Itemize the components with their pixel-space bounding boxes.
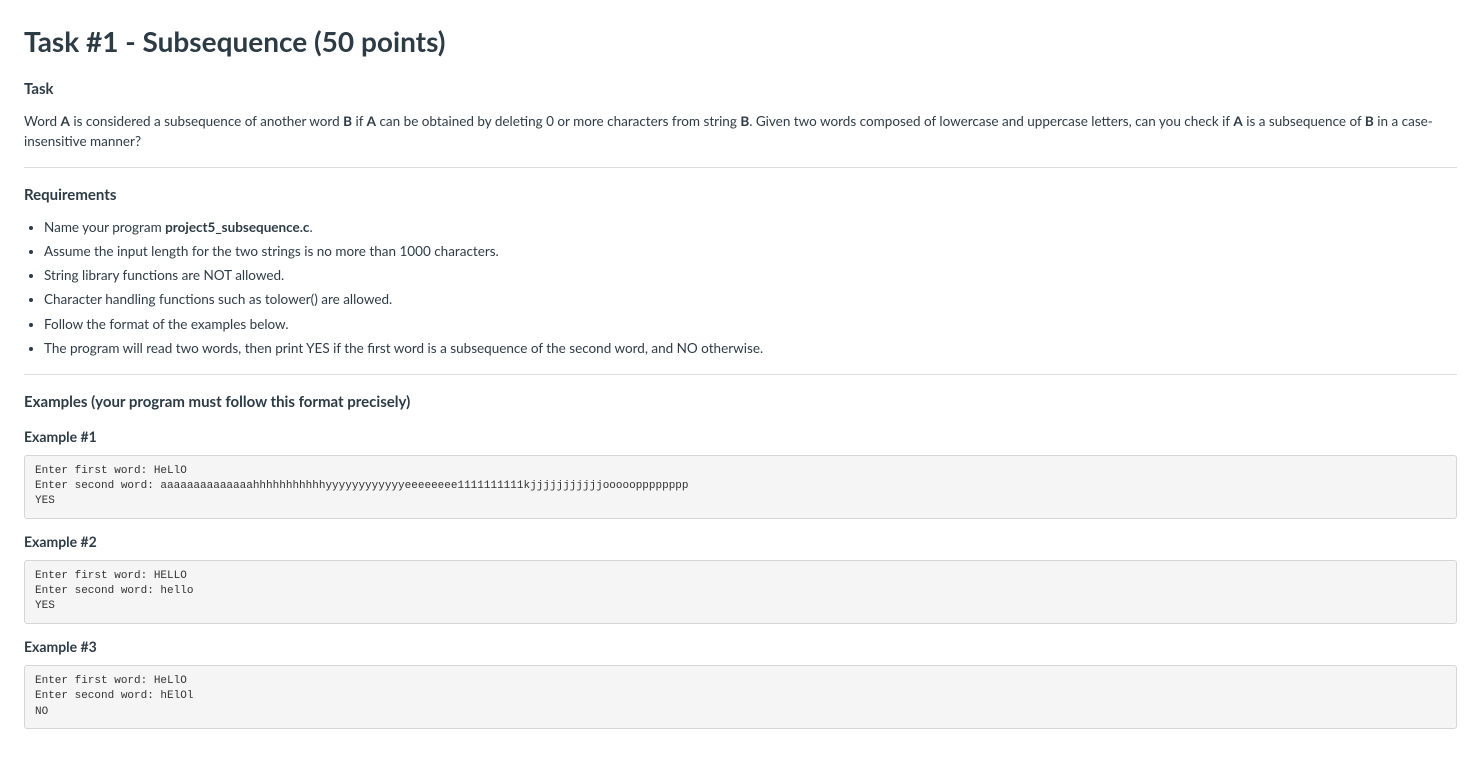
bold-b-1: B	[343, 113, 352, 129]
text-fragment: String library functions are NOT allowed…	[44, 267, 284, 283]
list-item: Character handling functions such as tol…	[44, 289, 1457, 309]
example-output: Enter first word: HeLlO Enter second wor…	[24, 665, 1457, 729]
text-fragment: is considered a subsequence of another w…	[70, 113, 343, 129]
example-label: Example #3	[24, 636, 1457, 657]
example-label: Example #1	[24, 426, 1457, 447]
list-item: Name your program project5_subsequence.c…	[44, 217, 1457, 237]
bold-b-3: B	[1365, 113, 1374, 129]
bold-b-2: B	[740, 113, 749, 129]
bold-a-2: A	[367, 113, 376, 129]
task-description: Word A is considered a subsequence of an…	[24, 111, 1457, 152]
text-fragment: . Given two words composed of lowercase …	[749, 113, 1233, 129]
bold-a-3: A	[1233, 113, 1242, 129]
page-title: Task #1 - Subsequence (50 points)	[24, 20, 1457, 62]
text-fragment: Character handling functions such as tol…	[44, 291, 392, 307]
text-fragment: Word	[24, 113, 61, 129]
example-label: Example #2	[24, 531, 1457, 552]
task-heading: Task	[24, 78, 1457, 101]
text-fragment: .	[309, 219, 312, 235]
text-fragment: Assume the input length for the two stri…	[44, 243, 499, 259]
divider	[24, 167, 1457, 168]
text-fragment: Name your program	[44, 219, 165, 235]
text-fragment: The program will read two words, then pr…	[44, 340, 763, 356]
requirements-heading: Requirements	[24, 184, 1457, 207]
text-fragment: can be obtained by deleting 0 or more ch…	[376, 113, 740, 129]
divider	[24, 374, 1457, 375]
list-item: Follow the format of the examples below.	[44, 314, 1457, 334]
list-item: String library functions are NOT allowed…	[44, 265, 1457, 285]
text-fragment: Follow the format of the examples below.	[44, 316, 289, 332]
text-fragment: if	[352, 113, 367, 129]
bold-a-1: A	[61, 113, 70, 129]
example-output: Enter first word: HeLlO Enter second wor…	[24, 455, 1457, 519]
text-fragment: is a subsequence of	[1243, 113, 1365, 129]
examples-heading: Examples (your program must follow this …	[24, 391, 1457, 414]
example-output: Enter first word: HELLO Enter second wor…	[24, 560, 1457, 624]
bold-filename: project5_subsequence.c	[165, 219, 309, 235]
requirements-list: Name your program project5_subsequence.c…	[24, 217, 1457, 359]
list-item: Assume the input length for the two stri…	[44, 241, 1457, 261]
list-item: The program will read two words, then pr…	[44, 338, 1457, 358]
